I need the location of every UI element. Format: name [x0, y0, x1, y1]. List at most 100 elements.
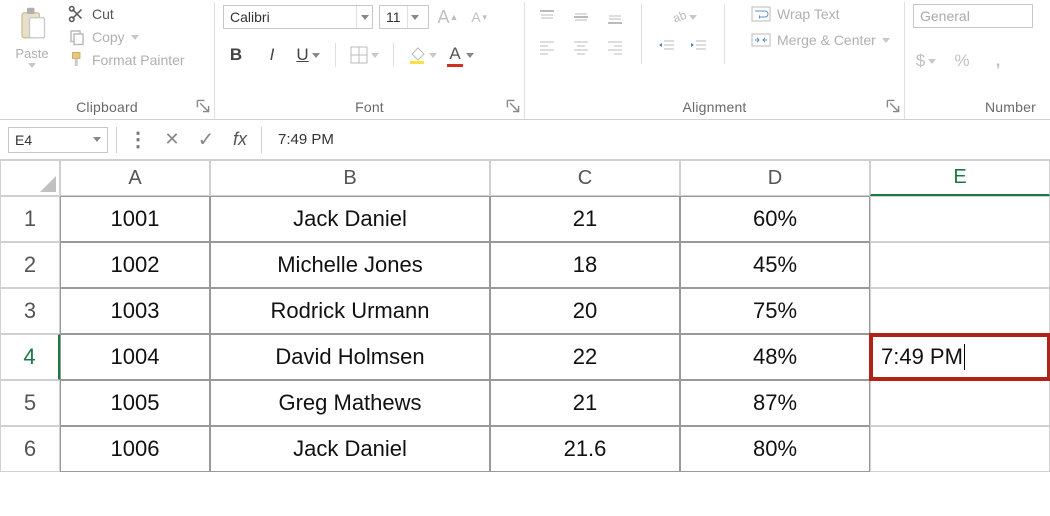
cell-C2[interactable]: 18 [490, 242, 680, 288]
cell-C6[interactable]: 21.6 [490, 426, 680, 472]
text-caret [964, 344, 965, 370]
check-icon: ✓ [198, 127, 215, 152]
row-header-5[interactable]: 5 [0, 380, 60, 426]
align-middle-button[interactable] [567, 4, 595, 30]
cell-A3[interactable]: 1003 [60, 288, 210, 334]
dialog-launcher-clipboard[interactable] [196, 99, 210, 113]
cell-D1[interactable]: 60% [680, 196, 870, 242]
cell-E5[interactable] [870, 380, 1050, 426]
col-header-E[interactable]: E [870, 160, 1050, 196]
cell-D2[interactable]: 45% [680, 242, 870, 288]
cell-E3[interactable] [870, 288, 1050, 334]
cell-A5[interactable]: 1005 [60, 380, 210, 426]
comma-format-button[interactable]: , [985, 48, 1011, 74]
bold-button[interactable]: B [223, 42, 249, 68]
cell-B4[interactable]: David Holmsen [210, 334, 490, 380]
chevron-down-icon [93, 137, 101, 142]
cell-B2[interactable]: Michelle Jones [210, 242, 490, 288]
fill-color-button[interactable] [408, 42, 437, 68]
cell-B3[interactable]: Rodrick Urmann [210, 288, 490, 334]
row-header-6[interactable]: 6 [0, 426, 60, 472]
enter-edit-button[interactable]: ✓ [193, 127, 219, 153]
spreadsheet-grid[interactable]: A B C D E 1 1001 Jack Daniel 21 60% 2 10… [0, 160, 1050, 472]
cell-C3[interactable]: 20 [490, 288, 680, 334]
select-all-corner[interactable] [0, 160, 60, 196]
group-number: General $ % , Number [905, 2, 1050, 119]
cell-D5[interactable]: 87% [680, 380, 870, 426]
separator [641, 4, 642, 64]
percent-format-button[interactable]: % [949, 48, 975, 74]
formula-input[interactable] [270, 127, 1042, 153]
italic-button[interactable]: I [259, 42, 285, 68]
cell-A6[interactable]: 1006 [60, 426, 210, 472]
copy-button[interactable]: Copy [64, 27, 189, 47]
group-label-font: Font [223, 97, 516, 119]
cell-A4[interactable]: 1004 [60, 334, 210, 380]
increase-font-button[interactable]: A▲ [435, 4, 461, 30]
svg-text:ab: ab [671, 8, 689, 26]
name-box[interactable]: E4 [8, 127, 108, 153]
font-size-combo[interactable]: 11 [379, 5, 429, 29]
wrap-text-button[interactable]: Wrap Text [747, 4, 894, 24]
cell-B1[interactable]: Jack Daniel [210, 196, 490, 242]
cell-B6[interactable]: Jack Daniel [210, 426, 490, 472]
chevron-down-icon [131, 35, 139, 40]
col-header-C[interactable]: C [490, 160, 680, 196]
decrease-indent-button[interactable] [654, 33, 680, 59]
cell-C4[interactable]: 22 [490, 334, 680, 380]
row-header-4[interactable]: 4 [0, 334, 60, 380]
align-right-button[interactable] [601, 34, 629, 60]
col-header-B[interactable]: B [210, 160, 490, 196]
formula-bar: E4 ⋮ ✕ ✓ fx [0, 120, 1050, 160]
cell-E2[interactable] [870, 242, 1050, 288]
cell-B5[interactable]: Greg Mathews [210, 380, 490, 426]
align-top-button[interactable] [533, 4, 561, 30]
cell-D3[interactable]: 75% [680, 288, 870, 334]
merge-center-button[interactable]: Merge & Center [747, 30, 894, 50]
number-format-combo[interactable]: General [913, 4, 1033, 28]
align-bottom-icon [606, 8, 624, 26]
cancel-edit-button[interactable]: ✕ [159, 127, 185, 153]
cell-D4[interactable]: 48% [680, 334, 870, 380]
cell-C5[interactable]: 21 [490, 380, 680, 426]
cell-E4[interactable]: 7:49 PM [870, 334, 1050, 380]
merge-icon [751, 31, 771, 49]
cell-E4-value: 7:49 PM [881, 344, 963, 370]
borders-button[interactable] [350, 42, 379, 68]
insert-function-button[interactable]: fx [227, 127, 253, 153]
cell-A1[interactable]: 1001 [60, 196, 210, 242]
separator [116, 127, 117, 153]
dialog-launcher-alignment[interactable] [886, 99, 900, 113]
fx-icon: fx [233, 129, 247, 150]
separator [261, 127, 262, 153]
format-painter-button[interactable]: Format Painter [64, 50, 189, 70]
accounting-format-button[interactable]: $ [913, 48, 939, 74]
copy-icon [68, 28, 86, 46]
increase-indent-button[interactable] [686, 33, 712, 59]
cut-button[interactable]: Cut [64, 4, 189, 24]
align-center-button[interactable] [567, 34, 595, 60]
font-color-button[interactable]: A [447, 42, 474, 68]
row-header-3[interactable]: 3 [0, 288, 60, 334]
paste-button[interactable]: Paste [8, 4, 56, 68]
cell-C1[interactable]: 21 [490, 196, 680, 242]
dialog-launcher-font[interactable] [506, 99, 520, 113]
col-header-D[interactable]: D [680, 160, 870, 196]
decrease-font-button[interactable]: A▼ [467, 4, 493, 30]
row-header-2[interactable]: 2 [0, 242, 60, 288]
cell-D6[interactable]: 80% [680, 426, 870, 472]
underline-button[interactable]: U [295, 42, 321, 68]
align-bottom-button[interactable] [601, 4, 629, 30]
cell-E1[interactable] [870, 196, 1050, 242]
orientation-button[interactable]: ab [654, 4, 712, 30]
cell-A2[interactable]: 1002 [60, 242, 210, 288]
ribbon: Paste Cut Copy Format Painter Cli [0, 0, 1050, 120]
align-left-button[interactable] [533, 34, 561, 60]
borders-icon [350, 46, 368, 64]
cell-E6[interactable] [870, 426, 1050, 472]
chevron-down-icon [356, 6, 372, 28]
col-header-A[interactable]: A [60, 160, 210, 196]
wrap-text-label: Wrap Text [777, 6, 840, 22]
font-family-combo[interactable]: Calibri [223, 5, 373, 29]
row-header-1[interactable]: 1 [0, 196, 60, 242]
